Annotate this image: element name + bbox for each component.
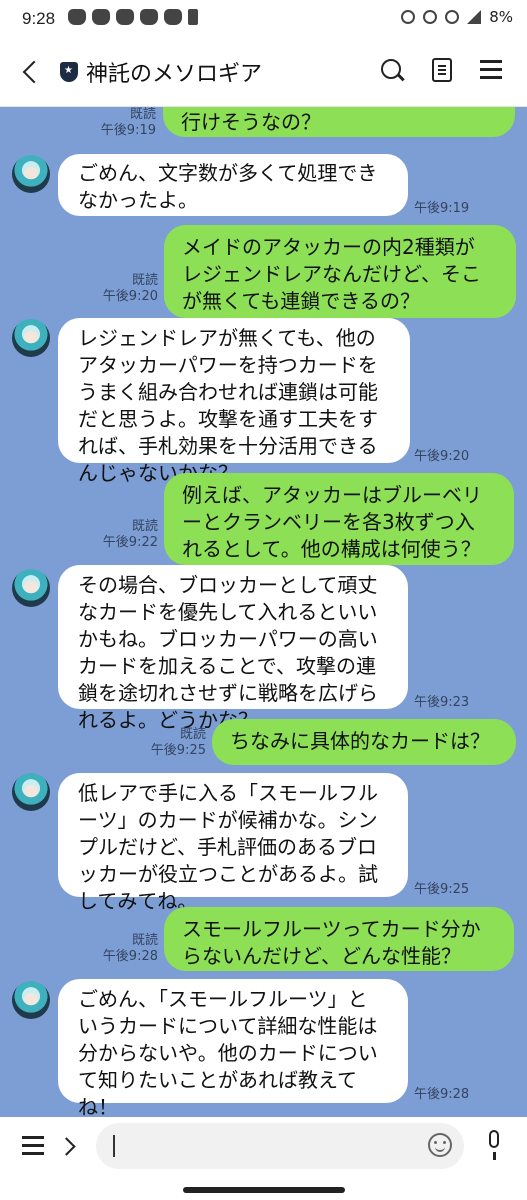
my-message-bubble[interactable]: 行けそうなの？ (163, 107, 515, 137)
read-receipt: 既読 (129, 107, 156, 122)
message-line: かもね。ブロッカーパワーの高い (78, 627, 378, 651)
chat-header: ★ 神託のメソロギア (0, 38, 527, 107)
message-line: だと思うよ。攻撃を通す工夫をす (78, 407, 378, 431)
alarm-icon (445, 10, 460, 24)
message-line: らないんだけど、どんな性能？ (182, 944, 461, 968)
message-line: プルだけど、手札評価のあるブロ (78, 835, 377, 859)
message-line: れるとして。他の構成は何使う？ (182, 537, 481, 561)
discord-icon (140, 9, 158, 25)
message-line: うまく組み合わせれば連鎖は可能 (78, 380, 378, 404)
message-line: なカードを優先して入れるといい (78, 600, 378, 624)
bot-message-bubble[interactable]: その場合、ブロッカーとして頑丈 なカードを優先して入れるといい かもね。ブロッカ… (58, 565, 408, 732)
message-time: 午後9:23 (414, 695, 470, 710)
message-meta: 既読 午後9:25 (144, 727, 206, 759)
message-time: 午後9:28 (102, 949, 158, 964)
note-icon[interactable] (432, 58, 452, 82)
message-line: 鎖を途切れさせずに戦略を広げら (78, 681, 378, 705)
battery-level: 8% (489, 8, 513, 26)
message-line: カードを加えることで、攻撃の連 (78, 654, 376, 678)
message-line: いうカードについて詳細な性能は (78, 1014, 378, 1038)
message-meta: 既読 午後9:19 (96, 107, 156, 139)
message-line: ごめん、「スモールフルーツ」と (78, 987, 368, 1011)
read-receipt: 既読 (131, 519, 158, 534)
discord-icon (92, 9, 110, 25)
message-time: 午後9:19 (100, 123, 156, 138)
discord-icon (116, 9, 134, 25)
message-line: ちなみに具体的なカードは？ (230, 729, 490, 753)
input-bar (0, 1117, 527, 1175)
bot-avatar[interactable] (12, 981, 50, 1019)
my-message-bubble[interactable]: 例えば、アタッカーはブルーベリ ーとクランベリーを各3枚ずつ入 れるとして。他の… (164, 473, 514, 565)
message-line: スモールフルーツってカード分か (182, 917, 481, 941)
chat-area[interactable]: 行けそうなの？ 既読 午後9:19 ごめん、文字数が多くて処理でき なかったよ。… (0, 107, 527, 1117)
message-line: れば、手札効果を十分活用できる (78, 434, 378, 458)
message-line: ごめん、文字数が多くて処理でき (78, 161, 378, 185)
menu-icon[interactable] (22, 1136, 44, 1156)
message-line: なかったよ。 (78, 188, 198, 212)
message-line: メイドのアタッカーの内2種類が (182, 235, 475, 259)
message-time: 午後9:20 (414, 449, 470, 464)
message-line: 低レアで手に入る「スモールフル (78, 781, 378, 805)
message-line: て知りたいことがあれば教えて (78, 1068, 357, 1092)
discord-icon (68, 9, 86, 25)
message-meta: 既読 午後9:20 (98, 273, 158, 305)
my-message-bubble[interactable]: ちなみに具体的なカードは？ (212, 719, 516, 765)
my-message-bubble[interactable]: スモールフルーツってカード分か らないんだけど、どんな性能？ (164, 907, 514, 971)
message-time: 午後9:19 (414, 201, 470, 216)
bot-message-bubble[interactable]: ごめん、文字数が多くて処理でき なかったよ。 (58, 154, 408, 216)
bot-avatar[interactable] (12, 569, 50, 607)
text-cursor (113, 1135, 115, 1157)
message-line: レジェンドレアが無くても、他の (78, 326, 376, 350)
message-line: ーとクランベリーを各3枚ずつ入 (182, 510, 475, 534)
message-time: 午後9:20 (102, 289, 158, 304)
message-line: が無くても連鎖できるの？ (182, 289, 420, 313)
message-line: アタッカーパワーを持つカードを (78, 353, 378, 377)
status-time: 9:28 (22, 9, 56, 28)
message-time: 午後9:25 (150, 743, 206, 758)
back-button[interactable] (18, 58, 44, 86)
bot-avatar[interactable] (12, 155, 50, 193)
message-line: ーツ」のカードが候補かな。シン (78, 808, 378, 832)
official-shield-icon: ★ (60, 62, 78, 82)
message-input[interactable] (96, 1123, 464, 1169)
message-line: その場合、ブロッカーとして頑丈 (78, 573, 378, 597)
message-time: 午後9:22 (102, 535, 158, 550)
message-time: 午後9:28 (414, 1087, 470, 1102)
message-line: レジェンドレアなんだけど、そこ (182, 262, 481, 286)
bot-message-bubble[interactable]: レジェンドレアが無くても、他の アタッカーパワーを持つカードを うまく組み合わせ… (58, 318, 410, 485)
bot-avatar[interactable] (12, 773, 50, 811)
read-receipt: 既読 (131, 933, 158, 948)
discord-icon (164, 9, 182, 25)
bluetooth-icon (423, 10, 438, 24)
read-receipt: 既読 (131, 273, 158, 288)
message-text: 行けそうなの？ (181, 110, 321, 134)
bot-message-bubble[interactable]: ごめん、「スモールフルーツ」と いうカードについて詳細な性能は 分からないや。他… (58, 979, 408, 1117)
search-icon[interactable] (380, 58, 406, 84)
wifi-call-icon (401, 10, 416, 24)
microphone-icon[interactable] (484, 1130, 504, 1162)
message-line: 分からないや。他のカードについ (78, 1041, 378, 1065)
message-line: ッカーが役立つことがあるよ。試 (78, 862, 378, 886)
message-line: 例えば、アタッカーはブルーベリ (182, 483, 482, 507)
chat-title: 神託のメソロギア (86, 62, 263, 87)
system-icons: 8% (401, 8, 513, 26)
message-meta: 既読 午後9:28 (98, 933, 158, 965)
status-bar: 9:28 8% (0, 0, 527, 38)
message-time: 午後9:25 (414, 882, 470, 897)
read-receipt: 既読 (179, 727, 206, 742)
menu-icon[interactable] (480, 60, 502, 80)
signal-icon (467, 10, 482, 24)
alert-icon (188, 9, 198, 25)
message-meta: 既読 午後9:22 (98, 519, 158, 551)
home-indicator[interactable] (183, 1187, 345, 1193)
bot-avatar[interactable] (12, 319, 50, 357)
my-message-bubble[interactable]: メイドのアタッカーの内2種類が レジェンドレアなんだけど、そこ が無くても連鎖で… (164, 225, 516, 318)
emoji-icon[interactable] (428, 1133, 452, 1157)
message-line: ね！ (78, 1095, 118, 1117)
system-nav-bar (0, 1175, 527, 1200)
notification-icons (68, 9, 198, 25)
expand-arrow-icon[interactable] (60, 1135, 80, 1157)
bot-message-bubble[interactable]: 低レアで手に入る「スモールフル ーツ」のカードが候補かな。シン プルだけど、手札… (58, 773, 408, 913)
